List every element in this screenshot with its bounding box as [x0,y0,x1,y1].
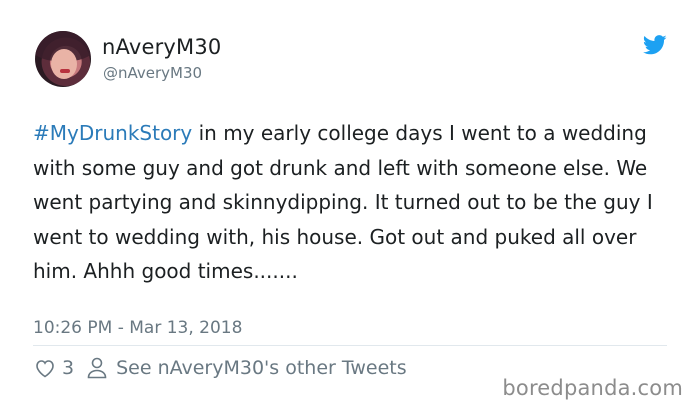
heart-icon [36,360,54,378]
tweet-card: nAveryM30 @nAveryM30 #MyDrunkStory in my… [0,0,700,410]
twitter-bird-icon[interactable] [643,35,667,55]
other-tweets-link[interactable]: See nAveryM30's other Tweets [86,356,407,380]
action-bar: 3 See nAveryM30's other Tweets [33,354,407,382]
like-button[interactable]: 3 [33,356,74,380]
avatar-lips [60,69,70,73]
display-name[interactable]: nAveryM30 [102,35,222,59]
avatar[interactable] [35,31,91,87]
other-tweets-label: See nAveryM30's other Tweets [116,357,407,379]
hashtag-link[interactable]: #MyDrunkStory [33,121,192,145]
tweet-timestamp[interactable]: 10:26 PM - Mar 13, 2018 [33,318,242,338]
person-icon [87,357,107,379]
tweet-body: in my early college days I went to a wed… [33,121,653,284]
watermark: boredpanda.com [502,376,683,400]
divider [33,345,667,346]
like-count: 3 [62,357,75,379]
user-handle[interactable]: @nAveryM30 [103,64,202,82]
tweet-text: #MyDrunkStory in my early college days I… [33,116,683,289]
avatar-face [51,49,77,79]
